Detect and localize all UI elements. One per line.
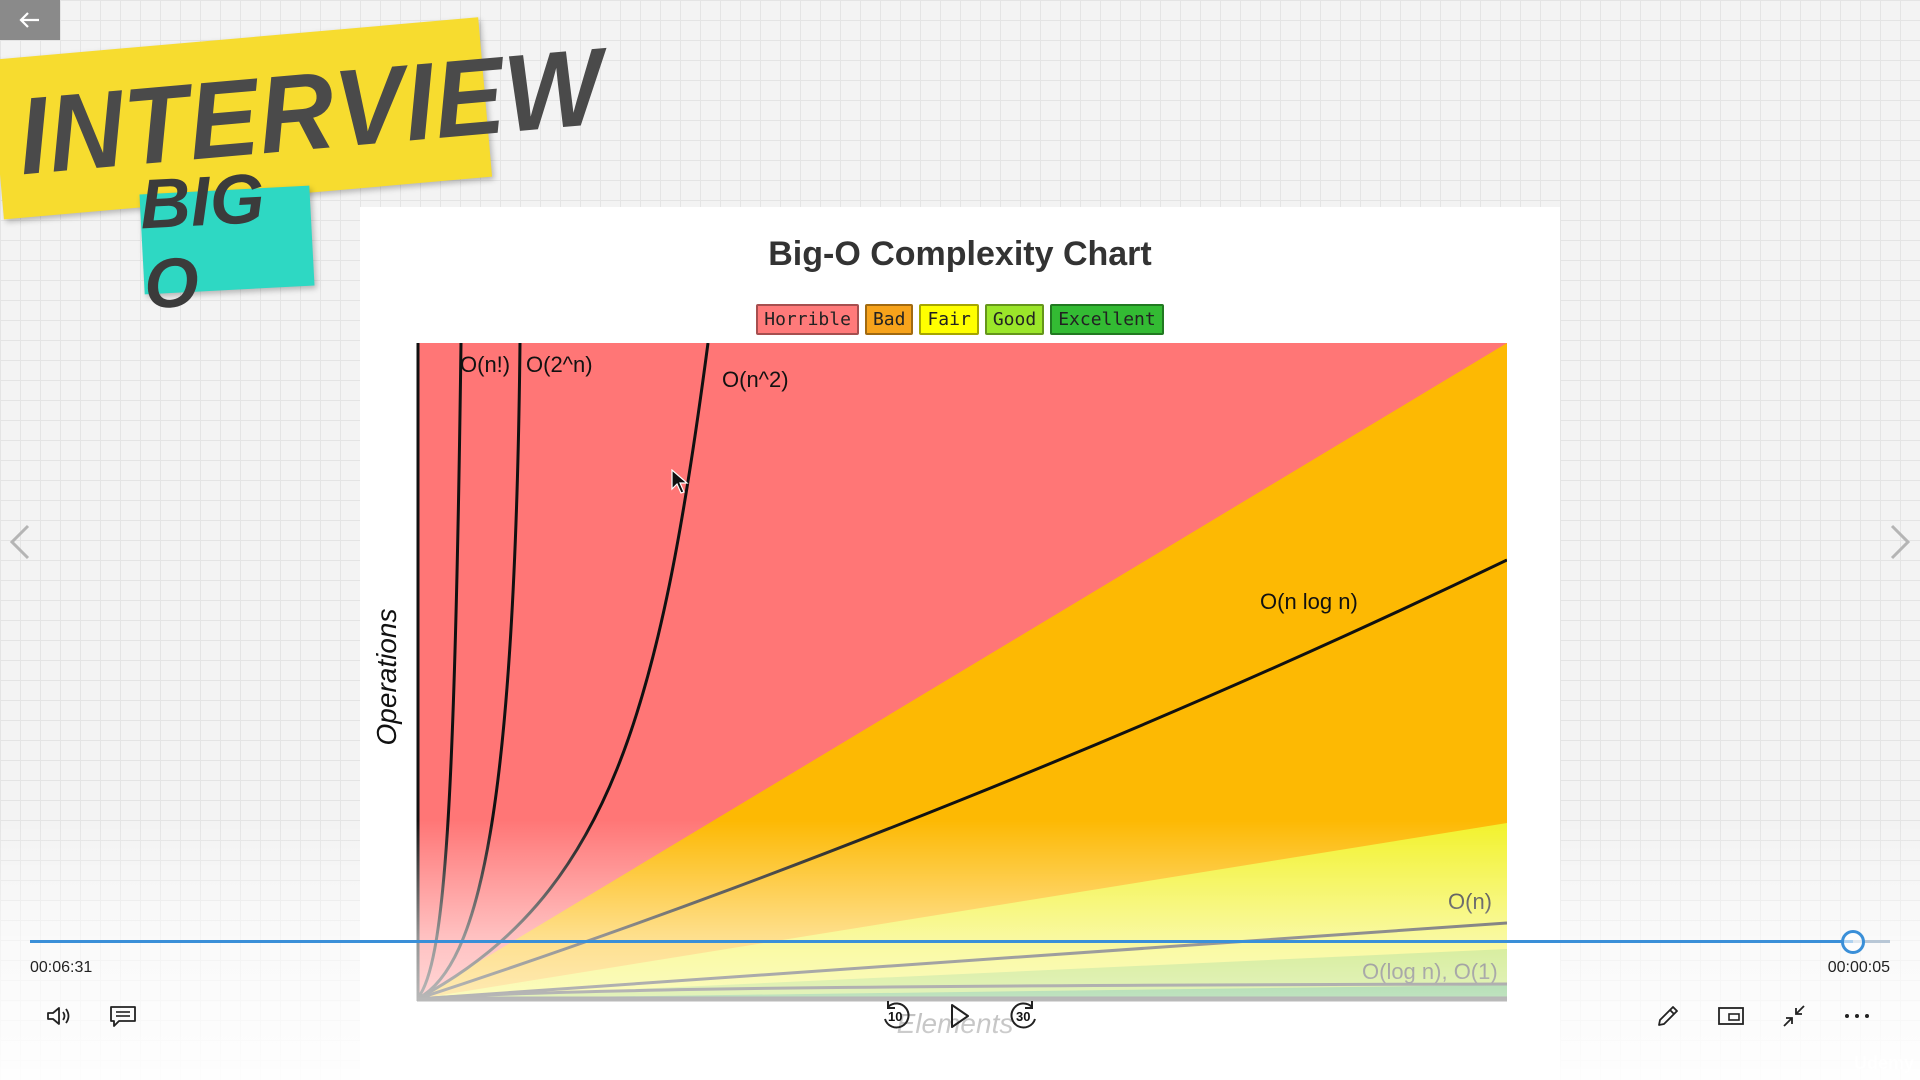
exit-fullscreen-button[interactable] [1774,996,1814,1036]
more-icon [1845,1014,1869,1018]
miniplayer-button[interactable] [1711,996,1751,1036]
seek-thumb[interactable] [1840,930,1865,954]
skip-back-label: 10 [888,1009,903,1024]
label-quadratic: O(n^2) [722,367,789,392]
current-time: 00:06:31 [30,959,93,976]
volume-icon [47,1007,70,1025]
miniplayer-icon [1718,1007,1744,1025]
previous-slide-button[interactable] [0,520,40,564]
big-o-sticker: BIG O [138,159,315,323]
label-log-constant: O(log n), O(1) [1362,959,1498,984]
volume-button[interactable] [40,996,80,1036]
y-axis-label: Operations [371,609,402,746]
udemy-watermark: Udemy [1853,1053,1914,1073]
next-slide-button[interactable] [1880,520,1920,564]
play-button[interactable] [940,996,980,1036]
play-icon [951,1004,969,1028]
seek-progress [30,940,1853,943]
label-nlogn: O(n log n) [1260,589,1358,614]
skip-forward-label: 30 [1016,1009,1031,1024]
label-linear: O(n) [1448,889,1492,914]
seek-bar[interactable] [30,930,1890,954]
more-button[interactable] [1837,996,1877,1036]
remaining-time: 00:00:05 [1827,959,1890,976]
arrow-left-icon [19,12,39,28]
label-factorial: O(n!) [460,352,510,377]
label-exponential: O(2^n) [526,352,593,377]
annotate-button[interactable] [1648,996,1688,1036]
chevron-left-icon [9,524,30,560]
chart: O(n!) O(2^n) O(n^2) O(n log n) O(n) O(lo… [371,343,1507,1039]
skip-back-button[interactable]: 10 [876,996,916,1036]
chevron-right-icon [1890,524,1911,560]
skip-forward-button[interactable]: 30 [1004,996,1044,1036]
mouse-cursor [671,469,689,494]
sticker-subtitle: BIG O [137,159,267,324]
captions-icon [110,1006,136,1027]
back-button[interactable] [0,0,60,40]
pen-icon [1658,1006,1678,1026]
captions-button[interactable] [103,996,143,1036]
exit-fullscreen-icon [1783,1005,1805,1027]
slide: Big-O Complexity Chart Horrible Bad Fair Go… [360,207,1560,1080]
